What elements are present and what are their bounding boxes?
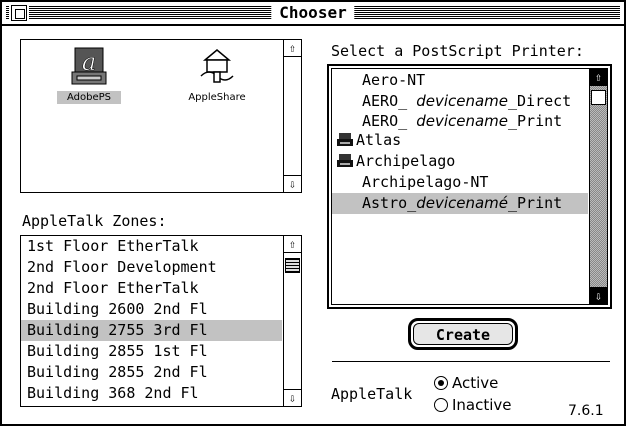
printers-scrollbar[interactable]: ⇧ ⇩ bbox=[589, 69, 607, 304]
printer-icon bbox=[337, 154, 353, 167]
zones-label: AppleTalk Zones: bbox=[22, 212, 167, 230]
zone-item-selected[interactable]: Building 2755 3rd Fl bbox=[21, 320, 282, 341]
printer-item-selected[interactable]: Astro_devicenamé_Print bbox=[332, 193, 588, 214]
printer-name-prefix: AERO_ bbox=[362, 92, 417, 110]
appletalk-active-radio[interactable]: Active bbox=[434, 374, 498, 392]
radio-unselected-icon bbox=[434, 398, 448, 412]
printer-name: Atlas bbox=[356, 131, 402, 149]
appletalk-inactive-radio[interactable]: Inactive bbox=[434, 396, 512, 414]
printer-item[interactable]: Archipelago-NT bbox=[332, 172, 588, 193]
driver-label-adobeps: AdobePS bbox=[57, 91, 121, 104]
svg-text:a: a bbox=[82, 48, 96, 76]
driver-list[interactable]: a AdobePS AppleShare ⇧ ⇩ bbox=[20, 39, 302, 193]
printer-icon bbox=[337, 133, 353, 146]
printer-name: Archipelago bbox=[356, 152, 456, 170]
driver-label-appleshare: AppleShare bbox=[188, 92, 246, 103]
driver-appleshare[interactable]: AppleShare bbox=[179, 46, 255, 104]
close-box-icon[interactable] bbox=[11, 5, 27, 21]
radio-label-inactive: Inactive bbox=[452, 396, 512, 414]
printers-list[interactable]: Aero-NT AERO_ devicename_Direct AERO_ de… bbox=[331, 68, 608, 305]
scroll-up-arrow-icon[interactable]: ⇧ bbox=[590, 69, 607, 86]
zone-item[interactable]: 2nd Floor Development bbox=[21, 257, 282, 278]
window-title: Chooser bbox=[271, 2, 355, 24]
appletalk-label: AppleTalk bbox=[331, 385, 413, 403]
printer-item[interactable]: AERO_ devicename_Print bbox=[332, 112, 588, 131]
printer-item[interactable]: Archipelago bbox=[332, 151, 588, 172]
printer-item[interactable]: AERO_ devicename_Direct bbox=[332, 91, 588, 112]
zones-scrollbar[interactable]: ⇧ ⇩ bbox=[283, 236, 301, 406]
zone-item[interactable]: Building 368 2nd Fl bbox=[21, 383, 282, 404]
printer-name: Aero-NT bbox=[362, 71, 426, 89]
printer-name-devicename: devicename bbox=[416, 92, 508, 110]
scroll-up-arrow-icon[interactable]: ⇧ bbox=[284, 40, 301, 57]
printer-name-devicename: devicenamé bbox=[416, 194, 508, 212]
printers-label: Select a PostScript Printer: bbox=[331, 42, 584, 60]
printer-name-suffix: _Print bbox=[508, 112, 563, 130]
radio-selected-icon bbox=[434, 376, 448, 390]
zone-item[interactable]: Building 2600 2nd Fl bbox=[21, 299, 282, 320]
printer-name-devicename: devicename bbox=[416, 112, 508, 130]
version-label: 7.6.1 bbox=[568, 403, 604, 419]
printers-list-frame: Aero-NT AERO_ devicename_Direct AERO_ de… bbox=[327, 64, 612, 309]
create-button-label: Create bbox=[413, 323, 513, 345]
appleshare-server-icon bbox=[200, 49, 234, 83]
driver-adobeps[interactable]: a AdobePS bbox=[57, 46, 121, 104]
zone-item[interactable]: Building 2855 2nd Fl bbox=[21, 362, 282, 383]
zones-items: 1st Floor EtherTalk 2nd Floor Developmen… bbox=[21, 236, 282, 404]
zones-list[interactable]: 1st Floor EtherTalk 2nd Floor Developmen… bbox=[20, 235, 302, 407]
scroll-up-arrow-icon[interactable]: ⇧ bbox=[284, 236, 301, 253]
adobe-ps-printer-icon: a bbox=[71, 47, 107, 85]
printers-scroll-thumb[interactable] bbox=[591, 90, 606, 105]
zone-item[interactable]: 2nd Floor EtherTalk bbox=[21, 278, 282, 299]
printer-name-suffix: _Print bbox=[508, 194, 563, 212]
zone-item[interactable]: 1st Floor EtherTalk bbox=[21, 236, 282, 257]
driver-list-scrollbar[interactable]: ⇧ ⇩ bbox=[283, 40, 301, 192]
printers-items: Aero-NT AERO_ devicename_Direct AERO_ de… bbox=[332, 70, 588, 214]
printer-name: Archipelago-NT bbox=[362, 173, 489, 191]
zone-item[interactable]: Building 2855 1st Fl bbox=[21, 341, 282, 362]
chooser-window: Chooser a AdobePS AppleShare ⇧ ⇩ AppleTa… bbox=[0, 0, 626, 426]
printer-name-prefix: AERO_ bbox=[362, 112, 417, 130]
printer-item[interactable]: Aero-NT bbox=[332, 70, 588, 91]
create-button[interactable]: Create bbox=[408, 318, 518, 350]
printer-name-suffix: _Direct bbox=[508, 92, 572, 110]
scroll-down-arrow-icon[interactable]: ⇩ bbox=[284, 175, 301, 192]
scroll-down-arrow-icon[interactable]: ⇩ bbox=[284, 389, 301, 406]
printer-item[interactable]: Atlas bbox=[332, 131, 588, 151]
divider bbox=[332, 361, 610, 362]
scroll-down-arrow-icon[interactable]: ⇩ bbox=[590, 287, 607, 304]
title-bar[interactable]: Chooser bbox=[2, 2, 624, 26]
printer-name-prefix: Astro_ bbox=[362, 194, 417, 212]
printers-scroll-track[interactable] bbox=[590, 86, 607, 287]
radio-label-active: Active bbox=[452, 374, 499, 392]
zones-scroll-thumb[interactable] bbox=[285, 258, 300, 273]
